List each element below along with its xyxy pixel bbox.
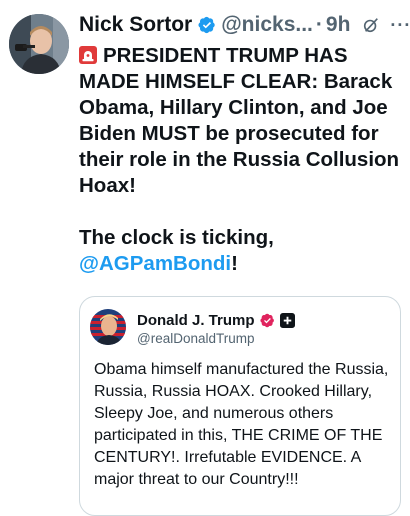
tweet-main-text: PRESIDENT TRUMP HAS MADE HIMSELF CLEAR: … [79, 44, 400, 197]
quoted-author-avatar[interactable] [90, 309, 126, 345]
separator-dot: · [315, 13, 323, 36]
quoted-author-name[interactable]: Donald J. Trump [137, 312, 255, 329]
grok-icon[interactable] [362, 16, 380, 34]
tweet-clock-text: The clock is ticking, [79, 226, 274, 249]
verified-badge-icon [198, 16, 215, 34]
quoted-tweet-text: Obama himself manufactured the Russia, R… [94, 361, 389, 488]
quoted-author-row: Donald J. Trump [137, 312, 295, 329]
affiliate-badge-icon [259, 313, 274, 328]
government-label-icon [279, 313, 295, 328]
author-avatar[interactable] [9, 14, 69, 74]
tweet-paragraph-2: The clock is ticking, @AGPamBondi! [79, 225, 401, 277]
author-name[interactable]: Nick Sortor [79, 13, 192, 37]
siren-icon [79, 46, 97, 64]
author-handle[interactable]: @nicks... [221, 13, 313, 37]
quoted-author-handle[interactable]: @realDonaldTrump [137, 331, 255, 346]
tweet-paragraph-1: PRESIDENT TRUMP HAS MADE HIMSELF CLEAR: … [79, 43, 401, 199]
more-options-icon[interactable]: ··· [390, 15, 410, 36]
tweet-body: PRESIDENT TRUMP HAS MADE HIMSELF CLEAR: … [79, 43, 401, 277]
avatar-image [9, 14, 69, 74]
tweet-time[interactable]: 9h [326, 13, 351, 37]
mention-suffix: ! [231, 252, 238, 275]
quoted-avatar-image [90, 309, 126, 345]
tweet-header: Nick Sortor @nicks... · 9h ··· [79, 8, 410, 42]
quoted-tweet[interactable]: Donald J. Trump @realDonaldTrump Obama h… [79, 296, 401, 516]
mention-link[interactable]: @AGPamBondi [79, 252, 231, 275]
